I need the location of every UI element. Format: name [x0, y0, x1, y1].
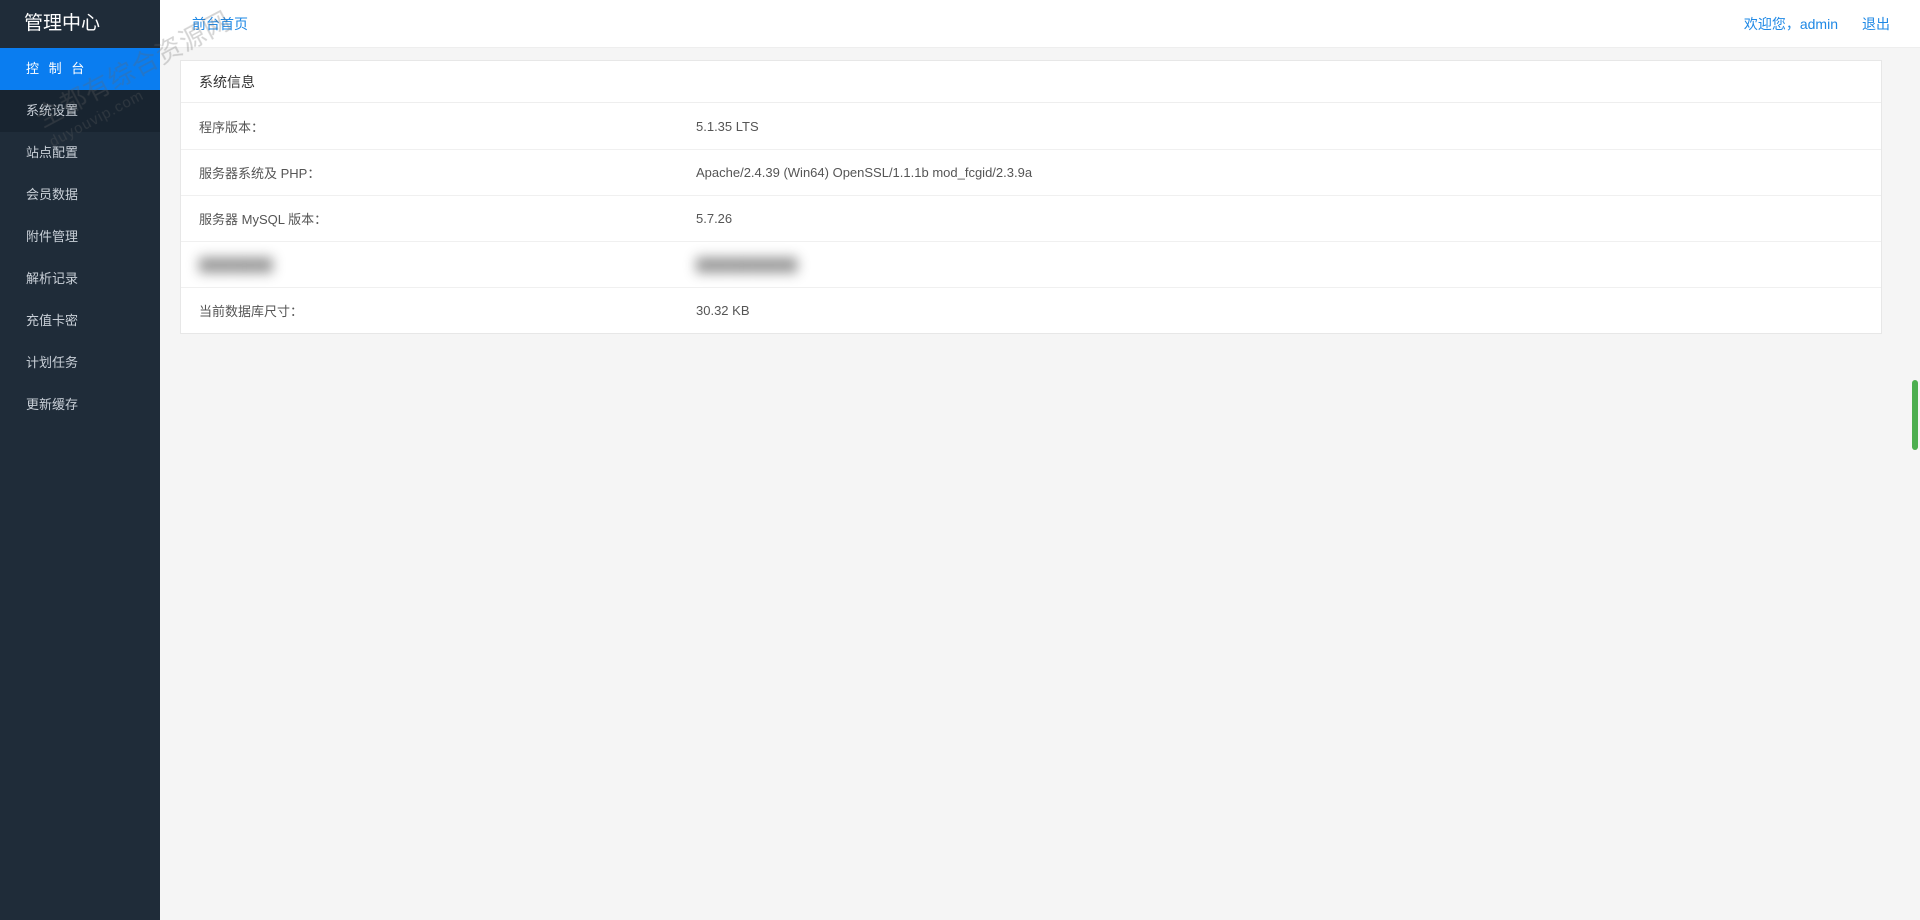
- sidebar-item-site-config[interactable]: 站点配置: [0, 132, 160, 174]
- sidebar-menu: 控 制 台 系统设置 站点配置 会员数据 附件管理 解析记录 充值卡密 计划任务…: [0, 48, 160, 426]
- sidebar-item-parse-records[interactable]: 解析记录: [0, 258, 160, 300]
- sidebar-title: 管理中心: [0, 0, 160, 48]
- main-content: 系统信息 程序版本： 5.1.35 LTS 服务器系统及 PHP： Apache…: [160, 60, 1902, 344]
- info-row-server-php: 服务器系统及 PHP： Apache/2.4.39 (Win64) OpenSS…: [181, 149, 1881, 195]
- sidebar: 管理中心 控 制 台 系统设置 站点配置 会员数据 附件管理 解析记录 充值卡密…: [0, 0, 160, 920]
- info-label: 当前数据库尺寸：: [181, 301, 696, 320]
- info-row-mysql-version: 服务器 MySQL 版本： 5.7.26: [181, 195, 1881, 241]
- topbar-right: 欢迎您，admin 退出: [1744, 14, 1890, 34]
- topbar-left: 前台首页: [192, 14, 248, 34]
- sidebar-item-member-data[interactable]: 会员数据: [0, 174, 160, 216]
- topbar: 前台首页 欢迎您，admin 退出: [160, 0, 1920, 48]
- sidebar-item-scheduled-tasks[interactable]: 计划任务: [0, 342, 160, 384]
- sidebar-item-attachment-manage[interactable]: 附件管理: [0, 216, 160, 258]
- info-value: 5.1.35 LTS: [696, 119, 1881, 134]
- sidebar-item-console[interactable]: 控 制 台: [0, 48, 160, 90]
- info-row-program-version: 程序版本： 5.1.35 LTS: [181, 103, 1881, 149]
- sidebar-item-recharge-cards[interactable]: 充值卡密: [0, 300, 160, 342]
- logout-link[interactable]: 退出: [1862, 14, 1890, 34]
- sidebar-item-update-cache[interactable]: 更新缓存: [0, 384, 160, 426]
- info-label: 服务器系统及 PHP：: [181, 163, 696, 182]
- system-info-panel: 系统信息 程序版本： 5.1.35 LTS 服务器系统及 PHP： Apache…: [180, 60, 1882, 334]
- info-value: 30.32 KB: [696, 303, 1881, 318]
- info-value: 5.7.26: [696, 211, 1881, 226]
- frontend-home-link[interactable]: 前台首页: [192, 16, 248, 32]
- info-row-database-size: 当前数据库尺寸： 30.32 KB: [181, 287, 1881, 333]
- info-row-hidden: ████████ ███████████: [181, 241, 1881, 287]
- info-label: 程序版本：: [181, 117, 696, 136]
- welcome-text: 欢迎您，admin: [1744, 14, 1838, 34]
- info-label: ████████: [181, 257, 696, 272]
- panel-title: 系统信息: [181, 61, 1881, 103]
- info-value: Apache/2.4.39 (Win64) OpenSSL/1.1.1b mod…: [696, 165, 1881, 180]
- info-value: ███████████: [696, 257, 1881, 272]
- scroll-indicator[interactable]: [1912, 380, 1918, 450]
- sidebar-item-system-settings[interactable]: 系统设置: [0, 90, 160, 132]
- info-label: 服务器 MySQL 版本：: [181, 209, 696, 228]
